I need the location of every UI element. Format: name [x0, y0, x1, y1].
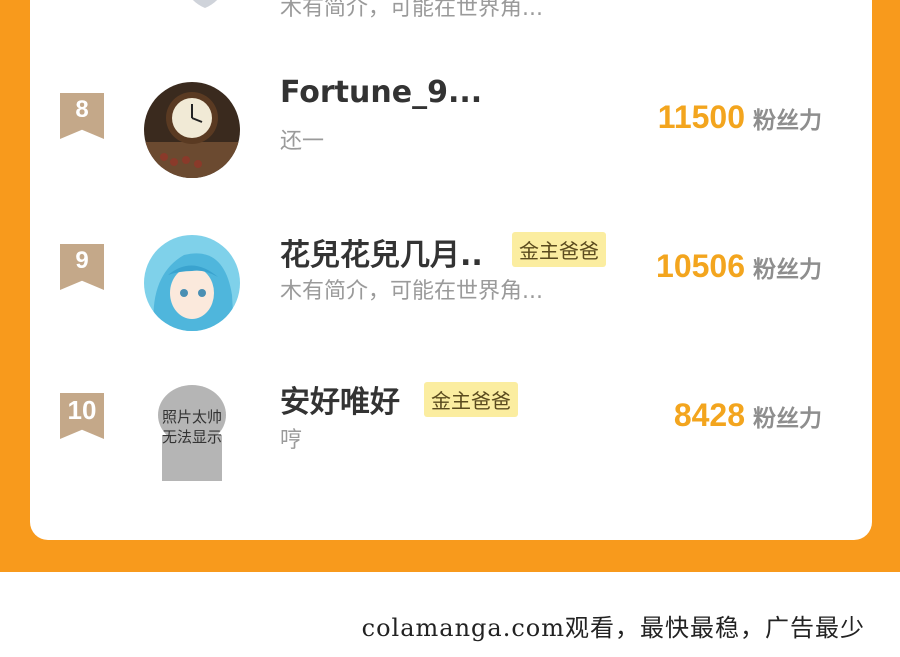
footer-watermark: colamanga.com观看，最快最稳，广告最少	[361, 614, 865, 642]
rank-badge: 10	[60, 393, 104, 439]
user-description: 哼	[280, 428, 303, 453]
fan-score-unit: 粉丝力	[753, 257, 822, 283]
avatar-placeholder-line: 照片太帅	[161, 408, 222, 426]
anime-girl-avatar[interactable]	[144, 235, 240, 331]
user-description: 还一	[280, 129, 325, 154]
ranking-row[interactable]: 8 Fortune_9... 还一 11500 粉丝力	[30, 75, 872, 185]
fan-score: 11500 粉丝力	[658, 99, 822, 136]
ranking-row[interactable]: 9 花兒花兒几月.. 金主爸爸 木有简介，可能在世界角... 10506 粉丝力	[30, 230, 872, 340]
user-name[interactable]: 安好唯好	[280, 377, 400, 421]
user-description: 木有简介，可能在世界角...	[280, 279, 543, 304]
placeholder-avatar[interactable]: 照片太帅 无法显示	[144, 385, 240, 481]
ranking-row[interactable]: 10 照片太帅 无法显示 安好唯好 金主爸爸 哼 8428 粉丝力	[30, 382, 872, 495]
fan-score-unit: 粉丝力	[753, 108, 822, 134]
sponsor-badge: 金主爸爸	[512, 232, 606, 267]
sponsor-badge: 金主爸爸	[424, 382, 518, 417]
ranking-card: 木有简介，可能在世界角... 8 Fortune_9... 还一 11500 粉丝…	[30, 0, 872, 540]
fan-score: 8428 粉丝力	[674, 397, 822, 434]
previous-row-description: 木有简介，可能在世界角...	[280, 0, 543, 21]
previous-row-avatar[interactable]	[170, 0, 240, 15]
fan-score-unit: 粉丝力	[753, 406, 822, 432]
user-name[interactable]: Fortune_9...	[280, 75, 482, 110]
fan-score-value: 8428	[673, 397, 745, 433]
fan-score-value: 10506	[656, 248, 745, 284]
avatar-placeholder-text: 照片太帅 无法显示	[144, 407, 240, 447]
fan-score-value: 11500	[657, 99, 745, 135]
avatar-placeholder-line: 无法显示	[161, 428, 222, 446]
rank-badge: 8	[60, 93, 104, 139]
clock-avatar[interactable]	[144, 82, 240, 178]
fan-score: 10506 粉丝力	[656, 248, 822, 285]
user-name[interactable]: 花兒花兒几月..	[280, 230, 483, 274]
rank-badge: 9	[60, 244, 104, 290]
